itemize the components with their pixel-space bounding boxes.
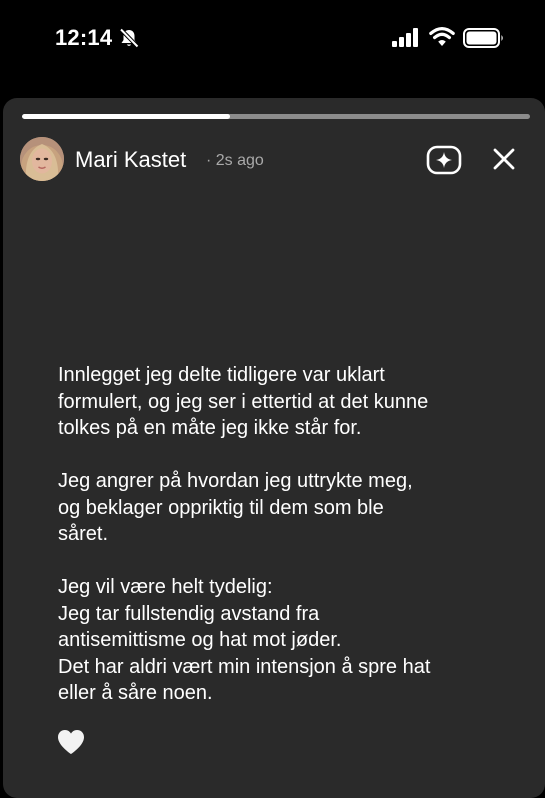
story-paragraph-2: Jeg angrer på hvordan jeg uttrykte meg, … bbox=[58, 470, 413, 545]
bell-slash-icon bbox=[119, 28, 139, 48]
status-time: 12:14 bbox=[55, 25, 113, 50]
avatar[interactable] bbox=[20, 137, 64, 181]
wifi-icon bbox=[429, 27, 455, 46]
avatar-image bbox=[20, 137, 64, 181]
story-progress-fill bbox=[22, 114, 231, 119]
story-author-name[interactable]: Mari Kastet bbox=[75, 147, 186, 173]
battery-icon bbox=[463, 28, 503, 48]
story-sheet: Mari Kastet · 2s ago Innlegget jeg delte… bbox=[3, 98, 545, 798]
close-icon[interactable] bbox=[490, 145, 518, 173]
sparkle-icon[interactable] bbox=[426, 145, 462, 175]
story-paragraph-3: Jeg vil være helt tydelig: Jeg tar fulls… bbox=[58, 576, 431, 704]
story-timestamp: · 2s ago bbox=[206, 152, 264, 169]
status-bar: 12:14 bbox=[0, 0, 545, 80]
cellular-signal-icon bbox=[392, 28, 418, 47]
story-text: Innlegget jeg delte tidligere var uklart… bbox=[58, 362, 498, 733]
story-progress-bar bbox=[22, 114, 530, 119]
heart-icon[interactable] bbox=[56, 728, 86, 756]
story-paragraph-1: Innlegget jeg delte tidligere var uklart… bbox=[58, 364, 429, 439]
